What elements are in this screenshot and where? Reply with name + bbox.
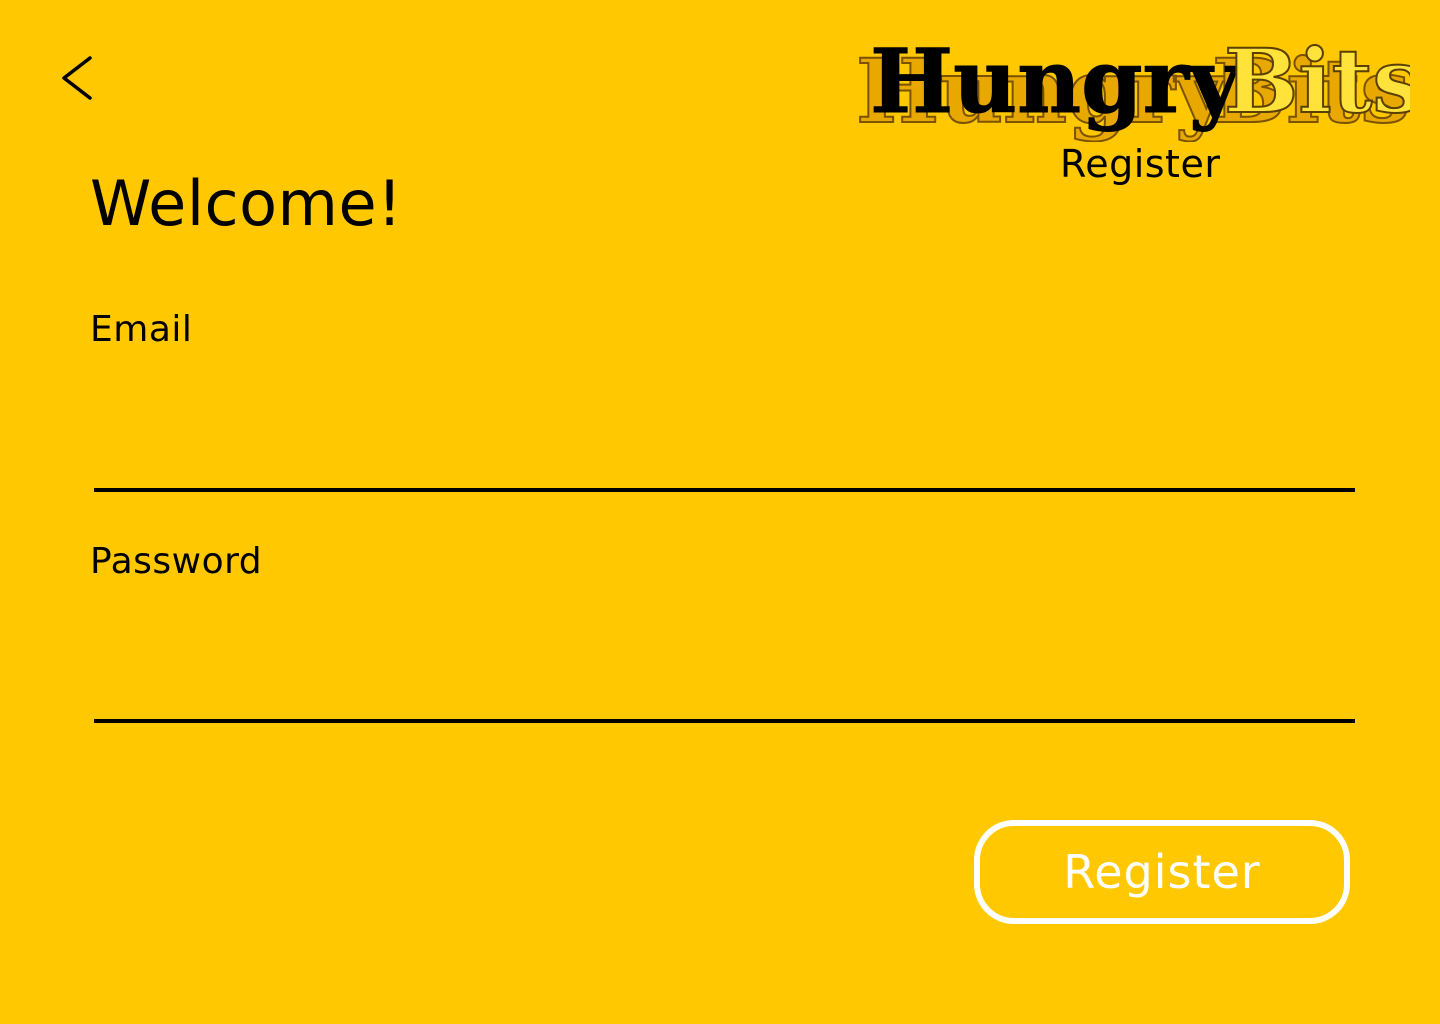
page-subtitle: Register	[1060, 142, 1221, 186]
logo-word-bits: Bits	[1224, 36, 1410, 133]
chevron-left-icon	[62, 56, 92, 100]
welcome-title: Welcome!	[90, 167, 403, 240]
register-button[interactable]: Register	[974, 820, 1350, 924]
password-field[interactable]	[94, 659, 1355, 723]
email-label: Email	[90, 309, 193, 350]
email-field[interactable]	[94, 428, 1355, 492]
back-button[interactable]	[52, 50, 104, 106]
password-label: Password	[90, 541, 263, 582]
hungrybits-logo: Hungry Bits Hungry Bits	[850, 36, 1410, 142]
logo-word-hungry: Hungry	[870, 36, 1243, 133]
